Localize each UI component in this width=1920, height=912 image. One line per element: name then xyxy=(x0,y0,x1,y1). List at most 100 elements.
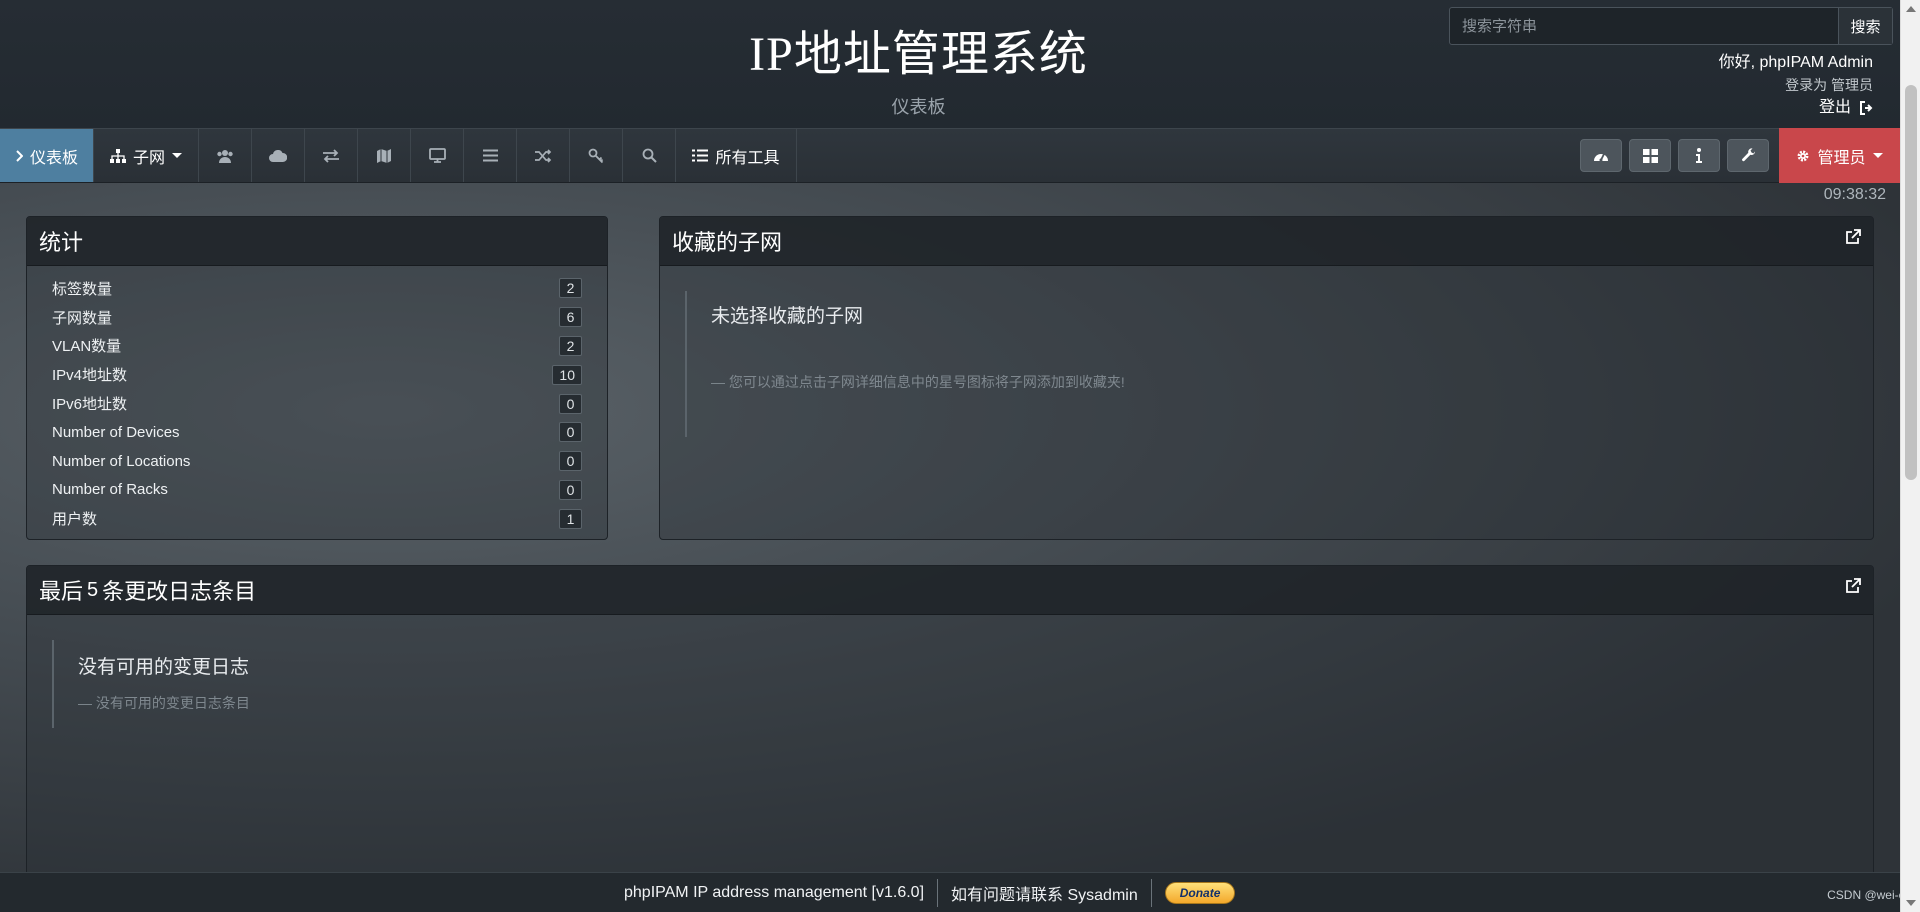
chevron-right-icon xyxy=(16,149,23,162)
main-navbar: 仪表板 子网 所有工具 管理员 xyxy=(0,128,1900,183)
favorite-subnets-title: 收藏的子网 xyxy=(672,230,783,255)
changelog-title-prefix: 最后 xyxy=(39,579,84,604)
sitemap-icon xyxy=(109,148,126,163)
stat-row-subnets: 子网数量 6 xyxy=(52,303,582,332)
users-icon xyxy=(217,149,233,163)
stat-count-badge: 6 xyxy=(559,307,582,328)
scroll-thumb[interactable] xyxy=(1905,85,1917,480)
footer-version[interactable]: phpIPAM IP address management [v1.6.0] xyxy=(624,884,924,902)
favorite-subnets-empty-title: 未选择收藏的子网 xyxy=(711,306,864,327)
external-link-icon[interactable] xyxy=(1845,229,1861,245)
stat-count-badge: 0 xyxy=(559,422,582,443)
nav-cloud[interactable] xyxy=(252,129,305,182)
stat-count-badge: 0 xyxy=(559,393,582,414)
nav-list[interactable] xyxy=(464,129,517,182)
stat-label: Number of Devices xyxy=(52,423,180,441)
nav-random[interactable] xyxy=(517,129,570,182)
widgets-tool-button[interactable] xyxy=(1629,139,1671,172)
footer: phpIPAM IP address management [v1.6.0] 如… xyxy=(0,872,1900,912)
page-scrollbar[interactable] xyxy=(1900,0,1920,912)
changelog-empty-hint: — 没有可用的变更日志条目 xyxy=(78,695,250,711)
user-role: 登录为 管理员 xyxy=(1785,77,1873,93)
desktop-icon xyxy=(428,148,446,163)
donate-button[interactable]: Donate xyxy=(1164,881,1236,904)
scroll-down-arrow-icon[interactable] xyxy=(1906,900,1916,906)
stat-row-ipv6: IPv6地址数 0 xyxy=(52,389,582,418)
admin-menu-button[interactable]: 管理员 xyxy=(1779,128,1900,183)
stat-row-tags: 标签数量 2 xyxy=(52,274,582,303)
nav-map[interactable] xyxy=(358,129,411,182)
nav-keys[interactable] xyxy=(570,129,623,182)
nav-users[interactable] xyxy=(199,129,252,182)
stat-count-badge: 10 xyxy=(552,364,582,385)
favorite-subnets-empty: 未选择收藏的子网 — 您可以通过点击子网详细信息中的星号图标将子网添加到收藏夹! xyxy=(685,291,1873,437)
exchange-icon xyxy=(323,148,339,163)
statistics-panel: 统计 标签数量 2 子网数量 6 VLAN数量 2 IPv4地址数 10 IPv6地址数… xyxy=(26,216,608,540)
nav-devices[interactable] xyxy=(411,129,464,182)
external-link-icon[interactable] xyxy=(1845,578,1861,594)
scroll-up-arrow-icon[interactable] xyxy=(1906,6,1916,12)
nav-subnets-label: 子网 xyxy=(132,149,165,167)
search-button[interactable]: 搜索 xyxy=(1838,8,1892,44)
header: IP地址管理系统 仪表板 搜索 你好, phpIPAM Admin 登录为 管理… xyxy=(0,0,1900,128)
search-form: 搜索 xyxy=(1449,7,1893,45)
list-alt-icon xyxy=(692,149,709,162)
nav-subnets[interactable]: 子网 xyxy=(94,129,199,182)
stat-count-badge: 0 xyxy=(559,451,582,472)
map-icon xyxy=(377,148,391,163)
search-input[interactable] xyxy=(1450,8,1838,44)
nav-all-tools-label: 所有工具 xyxy=(715,149,780,167)
search-icon xyxy=(642,148,657,163)
footer-divider xyxy=(937,878,939,907)
settings-tool-button[interactable] xyxy=(1727,139,1769,172)
changelog-title-count: 5 xyxy=(87,578,99,601)
statistics-list: 标签数量 2 子网数量 6 VLAN数量 2 IPv4地址数 10 IPv6地址数 0 N… xyxy=(27,266,607,533)
favorite-subnets-empty-hint: — 您可以通过点击子网详细信息中的星号图标将子网添加到收藏夹! xyxy=(711,374,1125,390)
stat-label: VLAN数量 xyxy=(52,338,122,356)
stat-label: Number of Locations xyxy=(52,452,191,470)
changelog-panel-title: 最后 5 条更改日志条目 xyxy=(27,566,1873,615)
footer-divider xyxy=(1150,878,1152,907)
list-icon xyxy=(482,149,498,162)
wrench-icon xyxy=(1741,148,1755,162)
nav-search[interactable] xyxy=(623,129,676,182)
nav-all-tools[interactable]: 所有工具 xyxy=(676,129,797,182)
cloud-icon xyxy=(269,149,287,162)
stat-label: 用户数 xyxy=(52,511,98,529)
clock: 09:38:32 xyxy=(1823,186,1886,203)
chevron-down-icon xyxy=(172,153,182,158)
admin-menu-label: 管理员 xyxy=(1817,149,1866,167)
stat-label: IPv6地址数 xyxy=(52,396,128,414)
stat-label: 标签数量 xyxy=(52,280,113,298)
statistics-panel-title: 统计 xyxy=(27,217,607,266)
statistics-title: 统计 xyxy=(39,230,84,255)
stat-row-devices: Number of Devices 0 xyxy=(52,418,582,447)
stat-row-users: 用户数 1 xyxy=(52,504,582,533)
gear-icon xyxy=(1798,150,1809,161)
stat-count-badge: 0 xyxy=(559,479,582,500)
logout-label: 登出 xyxy=(1818,99,1851,116)
changelog-title-suffix: 条更改日志条目 xyxy=(102,579,257,604)
info-tool-button[interactable] xyxy=(1678,139,1720,172)
logout-link[interactable]: 登出 xyxy=(1819,96,1873,120)
info-icon xyxy=(1696,148,1702,163)
stat-row-vlans: VLAN数量 2 xyxy=(52,332,582,361)
dashboard-icon xyxy=(1594,153,1608,162)
nav-dashboard[interactable]: 仪表板 xyxy=(0,129,94,182)
nav-exchange[interactable] xyxy=(305,129,358,182)
stat-count-badge: 2 xyxy=(559,335,582,356)
stat-label: IPv4地址数 xyxy=(52,367,128,385)
changelog-panel: 最后 5 条更改日志条目 没有可用的变更日志 — 没有可用的变更日志条目 xyxy=(26,565,1874,885)
page-subtitle: 仪表板 xyxy=(891,97,946,117)
stat-label: Number of Racks xyxy=(52,481,168,499)
key-icon xyxy=(588,148,604,163)
stat-count-badge: 1 xyxy=(559,508,582,529)
stat-row-locations: Number of Locations 0 xyxy=(52,447,582,476)
user-info: 你好, phpIPAM Admin 登录为 管理员 登出 xyxy=(1719,52,1873,120)
footer-contact[interactable]: 如有问题请联系 Sysadmin xyxy=(951,881,1138,905)
dashboard-tool-button[interactable] xyxy=(1580,139,1622,172)
navbar-tools: 管理员 xyxy=(1580,128,1900,183)
sign-out-icon xyxy=(1860,101,1873,115)
favorite-subnets-panel-title: 收藏的子网 xyxy=(660,217,1873,266)
stat-count-badge: 2 xyxy=(559,278,582,299)
